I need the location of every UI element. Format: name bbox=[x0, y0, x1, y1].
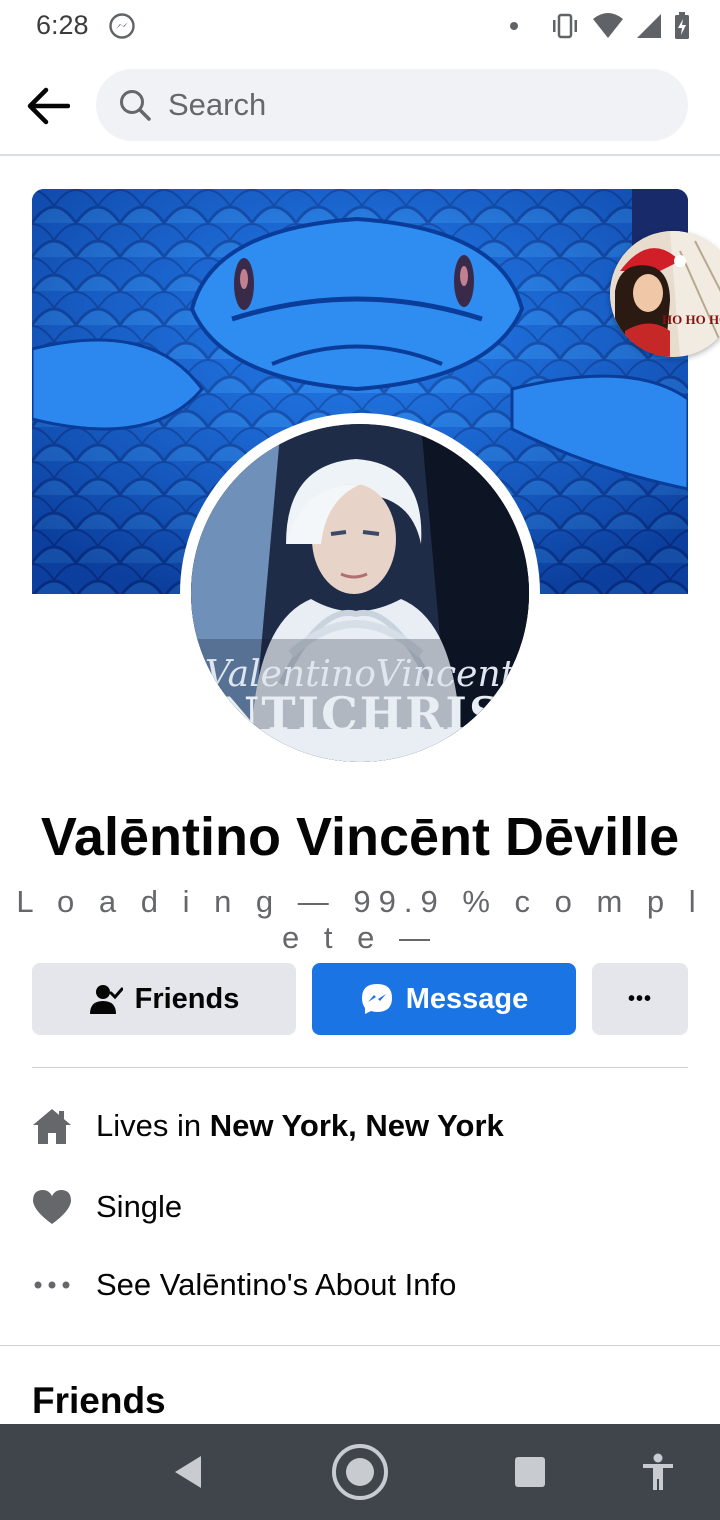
status-bar: 6:28 bbox=[0, 0, 720, 52]
nav-recents-icon bbox=[515, 1457, 545, 1487]
chat-head-caption: HO HO HO bbox=[662, 312, 720, 327]
status-icons bbox=[510, 10, 690, 42]
lives-in-city[interactable]: New York, New York bbox=[210, 1108, 504, 1144]
notification-dot-icon bbox=[510, 22, 518, 30]
profile-bio: L o a d i n g — 99.9 % c o m p l e t e — bbox=[16, 884, 704, 955]
friends-section-title: Friends bbox=[32, 1380, 166, 1421]
search-bar[interactable] bbox=[96, 69, 688, 141]
accessibility-button[interactable] bbox=[628, 1442, 688, 1502]
home-icon bbox=[32, 1106, 72, 1146]
wifi-icon bbox=[593, 13, 623, 38]
nav-home-button[interactable] bbox=[330, 1442, 390, 1502]
friends-check-icon bbox=[89, 985, 123, 1014]
ellipsis-icon bbox=[32, 1265, 72, 1305]
heart-icon bbox=[32, 1187, 72, 1227]
back-button[interactable] bbox=[22, 80, 74, 132]
message-button-label: Message bbox=[405, 982, 529, 1015]
more-options-icon: ••• bbox=[627, 987, 652, 1010]
search-input[interactable] bbox=[168, 87, 648, 123]
friends-button-label: Friends bbox=[134, 982, 240, 1015]
nav-back-button[interactable] bbox=[158, 1442, 218, 1502]
profile-picture-image: ValentinoVincent ANTICHRIST bbox=[191, 424, 529, 762]
status-time: 6:28 bbox=[36, 10, 89, 40]
messenger-icon bbox=[361, 984, 392, 1014]
nav-back-icon bbox=[175, 1456, 201, 1488]
system-nav-bar bbox=[0, 1424, 720, 1520]
more-options-button[interactable]: ••• bbox=[592, 963, 688, 1035]
search-icon bbox=[120, 90, 151, 121]
search-header bbox=[0, 52, 720, 156]
cellular-signal-icon bbox=[637, 14, 661, 38]
profile-picture[interactable]: ValentinoVincent ANTICHRIST bbox=[191, 424, 529, 762]
vibrate-icon bbox=[553, 13, 577, 39]
lives-in-prefix: Lives in bbox=[96, 1108, 210, 1143]
detail-lives-in: Lives in New York, New York bbox=[32, 1101, 504, 1151]
section-divider bbox=[0, 1345, 720, 1346]
message-button[interactable]: Message bbox=[312, 963, 576, 1035]
friends-button[interactable]: Friends bbox=[32, 963, 296, 1035]
about-info-label: See Valēntino's About Info bbox=[96, 1267, 457, 1302]
relationship-status: Single bbox=[96, 1189, 183, 1224]
detail-relationship: Single bbox=[32, 1182, 182, 1232]
about-info-link[interactable]: See Valēntino's About Info bbox=[32, 1260, 456, 1310]
back-arrow-icon bbox=[27, 87, 70, 125]
nav-recents-button[interactable] bbox=[500, 1442, 560, 1502]
nav-home-icon bbox=[332, 1444, 388, 1500]
battery-charging-icon bbox=[675, 12, 689, 39]
messenger-notification-icon bbox=[109, 13, 135, 39]
divider bbox=[32, 1067, 688, 1068]
profile-name: Valēntino Vincēnt Dēville bbox=[40, 807, 680, 867]
accessibility-icon bbox=[643, 1453, 673, 1490]
